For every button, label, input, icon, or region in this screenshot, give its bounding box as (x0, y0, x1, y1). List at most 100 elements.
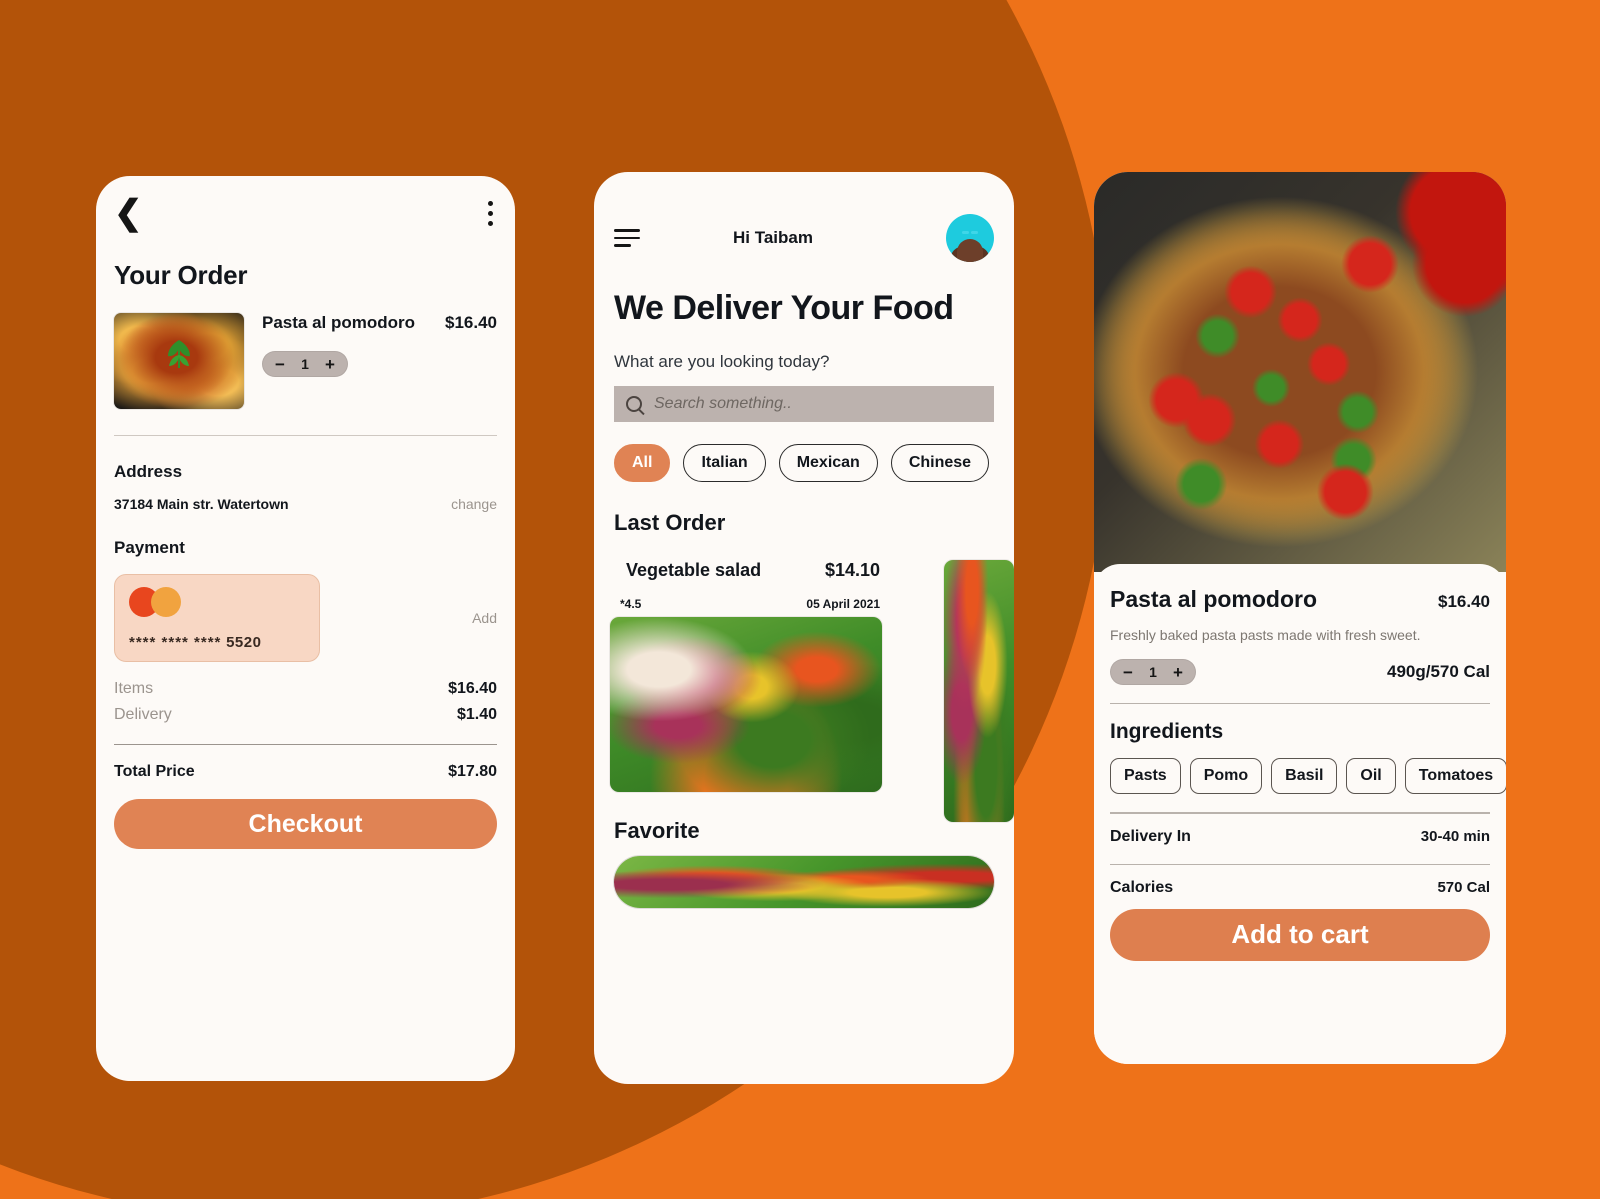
basil-leaf-icon (168, 340, 190, 369)
mastercard-logo (129, 587, 181, 617)
avatar-eye-right (970, 231, 978, 234)
calories-row: Calories 570 Cal (1110, 865, 1490, 897)
delivery-value: 30-40 min (1420, 827, 1490, 845)
design-canvas: ❮ Your Order Pasta al pomodoro $16.40 − … (0, 0, 1600, 1199)
last-order-card[interactable]: Vegetable salad $14.10 *4.5 05 April 202… (610, 560, 882, 793)
hamburger-menu-icon[interactable] (614, 229, 640, 247)
detail-item-name: Pasta al pomodoro (1110, 586, 1318, 612)
totals-label: Delivery (114, 706, 172, 723)
home-topbar: Hi Taibam (594, 172, 1014, 262)
detail-item-price: $16.40 (1438, 592, 1490, 611)
order-topbar: ❮ (96, 176, 515, 250)
address-value: 37184 Main str. Watertown (114, 496, 289, 512)
avatar[interactable] (945, 214, 994, 262)
search-input[interactable] (654, 395, 982, 414)
detail-quantity-row: − 1 + 490g/570 Cal (1110, 643, 1490, 685)
detail-quantity-value: 1 (1149, 664, 1157, 680)
address-heading: Address (114, 462, 183, 481)
favorite-image[interactable] (614, 856, 994, 909)
quantity-value: 1 (301, 356, 309, 372)
ingredient-chip-pasts[interactable]: Pasts (1110, 758, 1181, 795)
last-order-heading: Last Order (614, 510, 726, 536)
delivery-label: Delivery In (1110, 827, 1191, 845)
totals-value: $1.40 (456, 706, 497, 723)
order-item-thumbnail (114, 313, 244, 409)
category-chip-chinese[interactable]: Chinese (890, 444, 990, 483)
category-chip-all[interactable]: All (614, 444, 671, 483)
category-chip-mexican[interactable]: Mexican (778, 444, 878, 483)
last-order-meta: *4.5 05 April 2021 (610, 581, 882, 611)
detail-quantity-increment-button[interactable]: + (1165, 662, 1191, 682)
kebab-dot (488, 200, 493, 206)
order-item-headline: Pasta al pomodoro $16.40 (262, 313, 497, 333)
calories-label: Calories (1110, 878, 1174, 896)
last-order-next-card-peek[interactable] (944, 560, 1014, 823)
quantity-increment-button[interactable]: + (317, 354, 343, 374)
last-order-price: $14.10 (824, 560, 880, 581)
credit-card[interactable]: **** **** **** 5520 (114, 574, 320, 662)
ingredient-chip-oil[interactable]: Oil (1346, 758, 1396, 795)
detail-description: Freshly baked pasta pasts made with fres… (1110, 627, 1421, 643)
search-icon (626, 396, 642, 413)
kebab-dot (488, 210, 493, 216)
payment-row: **** **** **** 5520 Add (96, 558, 515, 662)
home-headline: We Deliver Your Food (614, 289, 954, 327)
detail-info-card: Pasta al pomodoro $16.40 Freshly baked p… (1094, 564, 1506, 1064)
add-to-cart-button[interactable]: Add to cart (1110, 908, 1490, 961)
order-item-price: $16.40 (445, 313, 497, 332)
greeting-text: Hi Taibam (733, 228, 813, 247)
detail-headline: Pasta al pomodoro $16.40 (1110, 564, 1490, 613)
card-last4: 5520 (226, 634, 262, 651)
order-item-name: Pasta al pomodoro (262, 313, 416, 332)
ingredient-chip-pomo[interactable]: Pomo (1189, 758, 1263, 795)
page-title: Your Order (114, 260, 248, 290)
detail-hero-image (1094, 172, 1506, 572)
mastercard-circle-right (151, 587, 181, 617)
last-order-carousel: Vegetable salad $14.10 *4.5 05 April 202… (594, 560, 1014, 823)
totals-value: $16.40 (448, 680, 497, 697)
address-change-link[interactable]: change (451, 496, 497, 512)
calories-value: 570 Cal (1437, 878, 1490, 896)
total-price-value: $17.80 (448, 763, 497, 781)
detail-quantity-stepper[interactable]: − 1 + (1110, 659, 1196, 685)
totals-row-items: Items $16.40 (96, 662, 515, 698)
kebab-dot (488, 220, 493, 226)
last-order-headline: Vegetable salad $14.10 (610, 560, 882, 581)
detail-quantity-decrement-button[interactable]: − (1115, 662, 1141, 682)
order-item-info: Pasta al pomodoro $16.40 − 1 + (262, 313, 497, 409)
quantity-stepper[interactable]: − 1 + (262, 351, 348, 377)
payment-heading: Payment (114, 538, 185, 557)
avatar-face (956, 238, 983, 262)
hamburger-bar (614, 244, 631, 247)
total-price-row: Total Price $17.80 (96, 745, 515, 781)
ingredient-chip-basil[interactable]: Basil (1271, 758, 1338, 795)
order-item-row: Pasta al pomodoro $16.40 − 1 + (96, 291, 515, 409)
category-chip-italian[interactable]: Italian (683, 444, 766, 483)
hamburger-bar (614, 229, 640, 232)
ingredients-heading: Ingredients (1110, 720, 1224, 744)
order-screen: ❮ Your Order Pasta al pomodoro $16.40 − … (96, 176, 515, 1081)
checkout-button[interactable]: Checkout (114, 799, 497, 850)
detail-weight-calories: 490g/570 Cal (1386, 662, 1490, 681)
avatar-eye-left (961, 231, 969, 234)
totals-row-delivery: Delivery $1.40 (96, 698, 515, 724)
card-masked-digits: **** **** **** (129, 634, 222, 651)
detail-screen: Pasta al pomodoro $16.40 Freshly baked p… (1094, 172, 1506, 1064)
back-chevron-icon[interactable]: ❮ (114, 196, 143, 230)
search-label: What are you looking today? (614, 352, 830, 372)
ingredient-chip-tomatoes[interactable]: Tomatoes (1404, 758, 1506, 795)
category-filter-row: All Italian Mexican Chinese (594, 422, 1014, 483)
add-payment-link[interactable]: Add (472, 610, 497, 626)
last-order-date: 05 April 2021 (806, 597, 880, 612)
delivery-row: Delivery In 30-40 min (1110, 814, 1490, 846)
address-row: 37184 Main str. Watertown change (96, 482, 515, 512)
totals-label: Items (114, 680, 154, 697)
last-order-image (610, 617, 882, 793)
total-price-label: Total Price (114, 763, 195, 781)
quantity-decrement-button[interactable]: − (267, 354, 293, 374)
search-bar[interactable] (614, 386, 994, 423)
home-screen: Hi Taibam We Deliver Your Food What are … (594, 172, 1014, 1084)
hamburger-bar (614, 236, 640, 240)
card-number: **** **** **** 5520 (129, 634, 261, 651)
kebab-menu-icon[interactable] (484, 197, 497, 230)
